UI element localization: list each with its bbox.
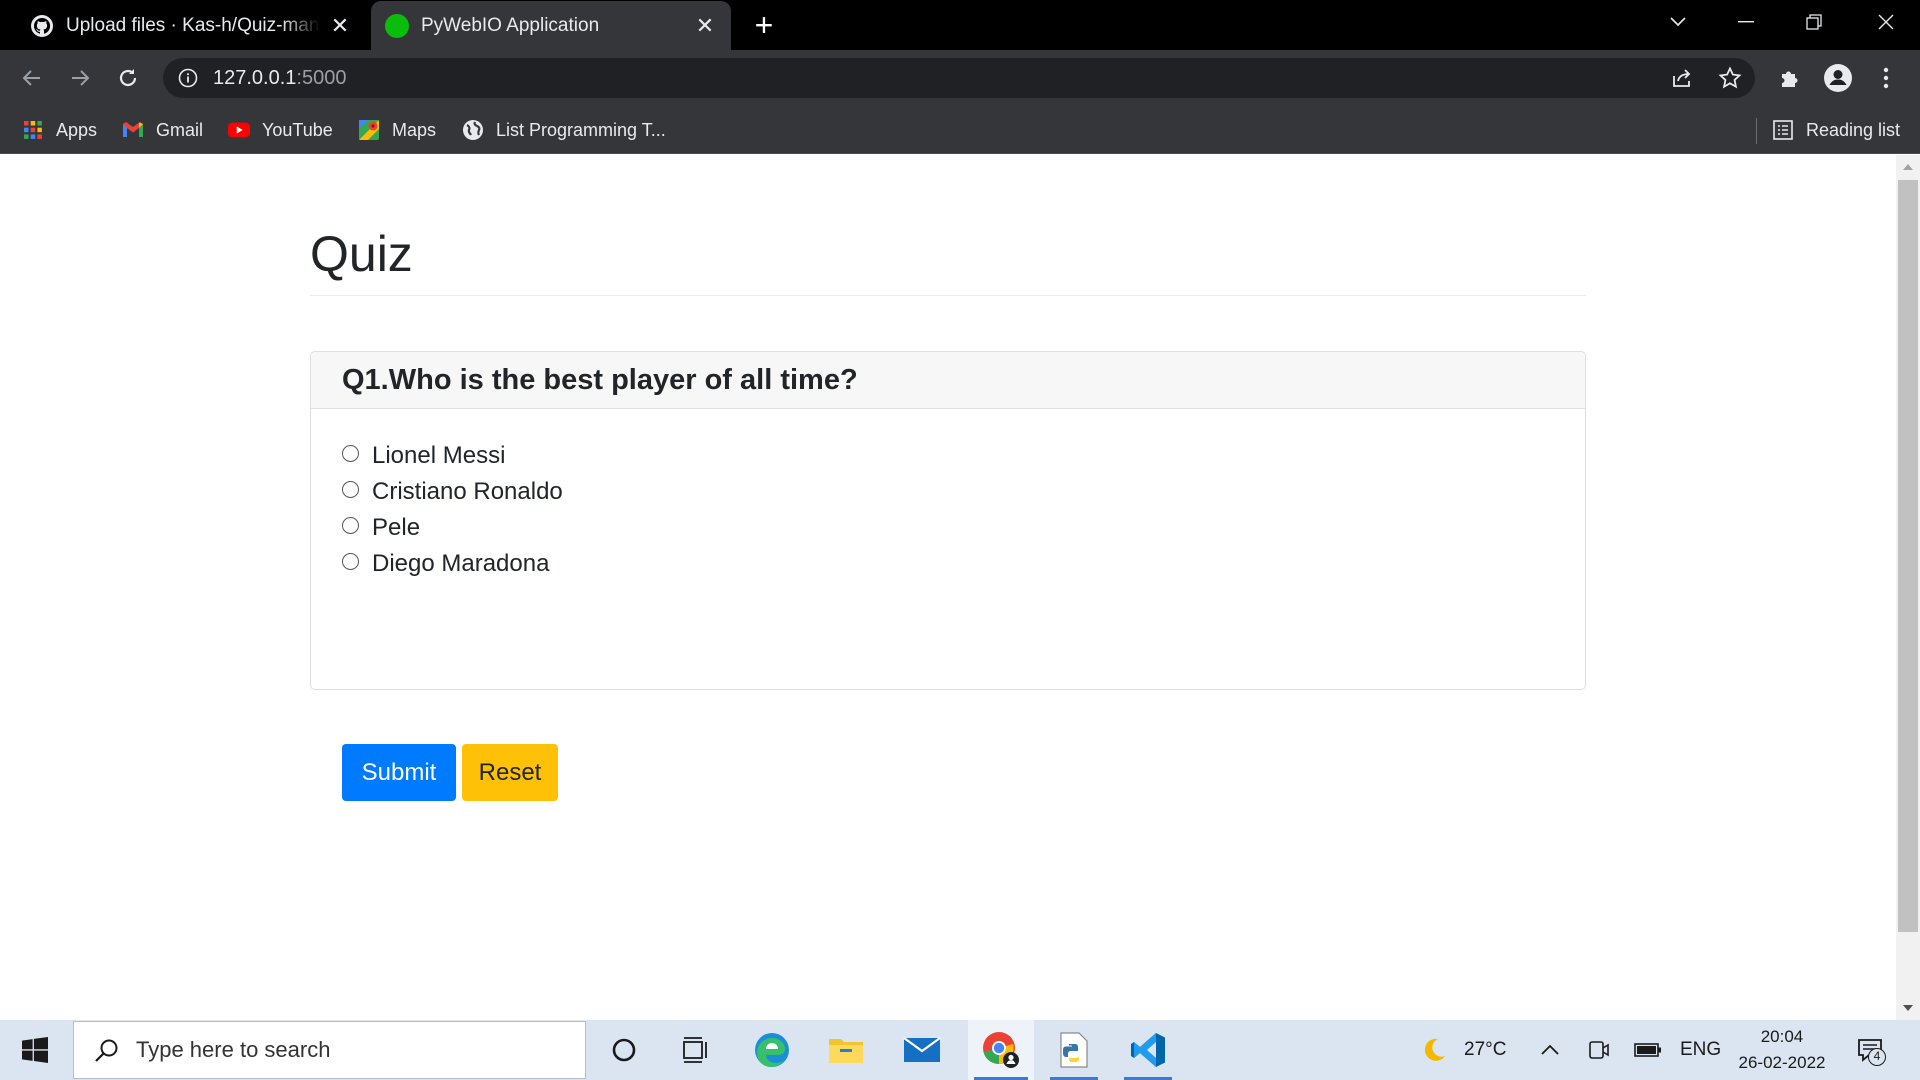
search-icon: [92, 1035, 122, 1065]
radio-button[interactable]: [342, 444, 359, 462]
windows-start-icon[interactable]: [0, 1020, 70, 1080]
restore-icon[interactable]: [1780, 0, 1848, 44]
tab-pywebio-application[interactable]: PyWebIO Application ✕: [371, 1, 731, 51]
taskbar-search-box[interactable]: Type here to search: [73, 1021, 586, 1079]
weather-widget[interactable]: 27°C: [1420, 1020, 1506, 1080]
bookmark-label: Apps: [56, 119, 98, 140]
notification-count-badge: 4: [1868, 1048, 1886, 1066]
browser-toolbar: 127.0.0.1:5000: [0, 50, 1920, 106]
tab-search-icon[interactable]: [1644, 0, 1712, 44]
task-view-icon[interactable]: [666, 1020, 726, 1080]
option-label: Lionel Messi: [372, 442, 506, 469]
url-host: 127.0.0.1: [213, 66, 297, 89]
clock-date: 26-02-2022: [1738, 1053, 1826, 1072]
question-text: Q1.Who is the best player of all time?: [311, 352, 1585, 409]
bookmark-label: Maps: [392, 119, 437, 140]
answer-options: Lionel Messi Cristiano Ronaldo Pele Dieg…: [342, 438, 563, 582]
notification-icon: 4: [1856, 1036, 1886, 1066]
action-center-button[interactable]: 4: [1856, 1020, 1886, 1080]
apps-grid-icon: [22, 119, 44, 141]
bookmark-star-icon[interactable]: [1714, 62, 1746, 94]
page-title: Quiz: [310, 226, 413, 282]
close-tab-icon[interactable]: ✕: [326, 12, 354, 40]
option-cristiano-ronaldo[interactable]: Cristiano Ronaldo: [342, 474, 563, 510]
bookmark-label: List Programming T...: [496, 119, 666, 140]
menu-kebab-icon[interactable]: [1870, 62, 1902, 94]
url-port: :5000: [296, 66, 347, 89]
weather-temperature: 27°C: [1464, 1039, 1507, 1060]
globe-icon: [462, 119, 484, 141]
vscode-icon[interactable]: [1118, 1020, 1178, 1080]
bookmarks-separator: [1756, 118, 1757, 144]
reading-list-button[interactable]: Reading list: [1772, 114, 1900, 146]
tab-title: PyWebIO Application: [421, 15, 600, 36]
reading-list-label: Reading list: [1806, 119, 1901, 140]
taskbar-clock[interactable]: 20:04 26-02-2022: [1728, 1024, 1836, 1076]
title-divider: [310, 295, 1586, 296]
page-scrollbar[interactable]: [1896, 155, 1920, 1020]
submit-button[interactable]: Submit: [342, 744, 456, 801]
show-hidden-icons-chevron-icon[interactable]: [1540, 1020, 1560, 1080]
radio-button[interactable]: [342, 516, 359, 534]
new-tab-button[interactable]: +: [748, 8, 780, 42]
extensions-puzzle-icon[interactable]: [1774, 62, 1806, 94]
edge-browser-icon[interactable]: [742, 1020, 802, 1080]
option-label: Pele: [372, 514, 421, 541]
radio-button[interactable]: [342, 552, 359, 570]
form-actions: Submit Reset: [342, 744, 558, 801]
python-editor-icon[interactable]: [1044, 1020, 1104, 1080]
language-indicator[interactable]: ENG: [1680, 1020, 1721, 1080]
bookmark-apps[interactable]: Apps: [22, 114, 97, 146]
bookmark-list-programming[interactable]: List Programming T...: [462, 114, 666, 146]
option-label: Diego Maradona: [372, 550, 550, 577]
share-icon[interactable]: [1666, 62, 1698, 94]
cortana-icon[interactable]: [594, 1020, 654, 1080]
search-placeholder: Type here to search: [136, 1037, 331, 1062]
bookmarks-bar: Apps Gmail YouTube Maps List Programming…: [0, 106, 1920, 154]
minimize-icon[interactable]: [1712, 0, 1780, 44]
clock-time: 20:04: [1760, 1027, 1804, 1046]
tab-title: Upload files · Kas-h/Quiz-management-sys…: [66, 15, 320, 36]
maps-icon: [358, 119, 380, 141]
windows-taskbar: Type here to search 27°C ENG 20:04 26-02…: [0, 1020, 1920, 1080]
green-circle-icon: [385, 14, 409, 38]
url-text: 127.0.0.1:5000: [213, 67, 346, 90]
page-content: Quiz Q1.Who is the best player of all ti…: [0, 155, 1896, 1020]
bookmark-youtube[interactable]: YouTube: [228, 114, 333, 146]
back-arrow-icon[interactable]: [14, 60, 50, 96]
question-card: Q1.Who is the best player of all time? L…: [310, 351, 1586, 801]
mail-icon[interactable]: [892, 1020, 952, 1080]
forward-arrow-icon[interactable]: [62, 60, 98, 96]
file-explorer-icon[interactable]: [816, 1020, 876, 1080]
reload-icon[interactable]: [110, 60, 146, 96]
tab-upload-files[interactable]: Upload files · Kas-h/Quiz-management-sys…: [16, 1, 366, 51]
option-label: Cristiano Ronaldo: [372, 478, 563, 505]
address-bar[interactable]: 127.0.0.1:5000: [163, 58, 1755, 98]
bookmark-gmail[interactable]: Gmail: [122, 114, 203, 146]
tab-strip: Upload files · Kas-h/Quiz-management-sys…: [0, 0, 1920, 51]
github-icon: [30, 14, 54, 38]
battery-icon[interactable]: [1634, 1020, 1662, 1080]
site-info-icon[interactable]: [177, 67, 199, 89]
moon-icon: [1420, 1036, 1448, 1064]
profile-avatar-icon[interactable]: [1822, 62, 1854, 94]
meet-now-icon[interactable]: [1588, 1020, 1610, 1080]
radio-button[interactable]: [342, 480, 359, 498]
scroll-down-arrow-icon[interactable]: [1903, 1005, 1913, 1011]
scrollbar-thumb[interactable]: [1898, 180, 1918, 932]
reset-button[interactable]: Reset: [462, 744, 558, 801]
option-diego-maradona[interactable]: Diego Maradona: [342, 546, 563, 582]
reading-list-icon: [1772, 119, 1794, 141]
bookmark-label: YouTube: [262, 119, 333, 140]
bookmark-label: Gmail: [156, 119, 204, 140]
chrome-icon[interactable]: [968, 1020, 1034, 1080]
bookmark-maps[interactable]: Maps: [358, 114, 436, 146]
close-tab-icon[interactable]: ✕: [691, 12, 719, 40]
gmail-icon: [122, 119, 144, 141]
scroll-up-arrow-icon[interactable]: [1903, 164, 1913, 170]
option-pele[interactable]: Pele: [342, 510, 563, 546]
close-window-icon[interactable]: [1852, 0, 1920, 44]
youtube-icon: [228, 119, 250, 141]
option-lionel-messi[interactable]: Lionel Messi: [342, 438, 563, 474]
